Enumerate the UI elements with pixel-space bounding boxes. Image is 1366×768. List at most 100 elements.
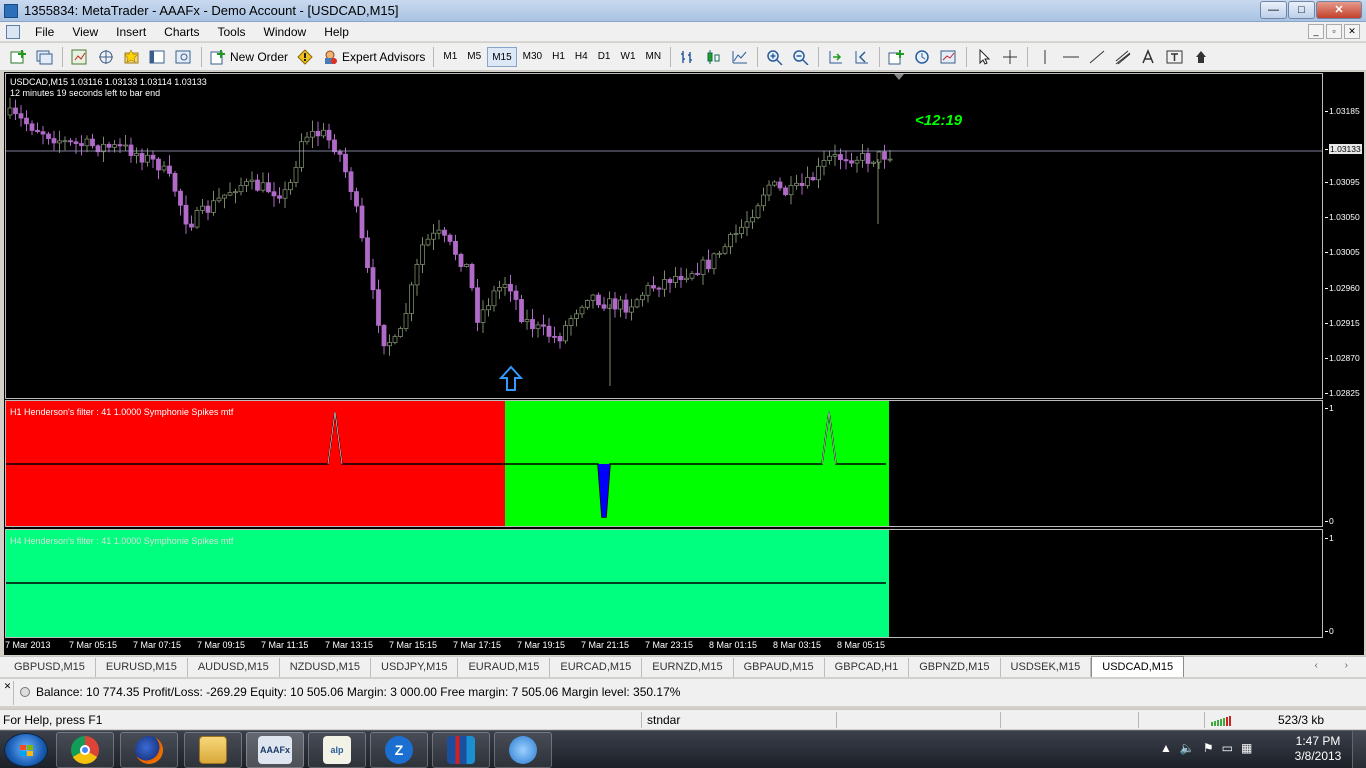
tab-gbpusd-m15[interactable]: GBPUSD,M15 [4, 658, 96, 677]
h4-indicator-pane[interactable]: H4 Henderson's filter : 41 1.0000 Sympho… [5, 529, 1323, 638]
taskbar-explorer[interactable] [184, 732, 242, 768]
terminal-close-icon[interactable]: ✕ [2, 681, 14, 705]
timeframe-mn[interactable]: MN [642, 47, 666, 67]
tab-scroll-arrows[interactable]: ‹ › [1315, 660, 1360, 671]
volume-icon[interactable]: 🔈 [1180, 741, 1195, 755]
cursor-icon[interactable] [973, 47, 995, 67]
text-tool-icon[interactable] [1138, 47, 1160, 67]
chart-minimize-button[interactable]: _ [1308, 24, 1324, 39]
window-titlebar[interactable]: 1355834: MetaTrader - AAAFx - Demo Accou… [0, 0, 1366, 22]
zoom-out-icon[interactable] [790, 47, 812, 67]
h1-indicator-pane[interactable]: H1 Henderson's filter : 41 1.0000 Sympho… [5, 400, 1323, 527]
expert-advisors-button[interactable]: Expert Advisors [318, 46, 429, 68]
chart-restore-button[interactable]: ▫ [1326, 24, 1342, 39]
menu-insert[interactable]: Insert [107, 25, 155, 39]
tab-usdsek-m15[interactable]: USDSEK,M15 [1001, 658, 1092, 677]
candle-body [161, 165, 167, 171]
taskbar-app-chat[interactable] [494, 732, 552, 768]
tab-eurusd-m15[interactable]: EURUSD,M15 [96, 658, 188, 677]
strategy-tester-icon[interactable] [173, 47, 195, 67]
candlestick-chart[interactable] [6, 74, 1323, 399]
tab-nzdusd-m15[interactable]: NZDUSD,M15 [280, 658, 372, 677]
chart-window-icon[interactable] [6, 24, 20, 39]
tab-gbpnzd-m15[interactable]: GBPNZD,M15 [909, 658, 1001, 677]
tab-euraud-m15[interactable]: EURAUD,M15 [458, 658, 551, 677]
arrows-icon[interactable] [1190, 47, 1212, 67]
taskbar-chrome[interactable] [56, 732, 114, 768]
menu-window[interactable]: Window [255, 25, 316, 39]
close-button[interactable]: ✕ [1316, 1, 1362, 19]
favorites-icon[interactable] [121, 47, 143, 67]
taskbar-alp[interactable]: alp [308, 732, 366, 768]
timeframe-m1[interactable]: M1 [439, 47, 461, 67]
metaeditor-icon[interactable] [294, 47, 316, 67]
menu-tools[interactable]: Tools [209, 25, 255, 39]
candle-body [167, 165, 172, 174]
connection-status-icon[interactable] [1211, 714, 1233, 726]
timeframe-m15[interactable]: M15 [487, 46, 517, 67]
timeframe-w1[interactable]: W1 [617, 47, 640, 67]
auto-scroll-icon[interactable] [851, 47, 873, 67]
taskbar-metatrader[interactable]: AAAFx [246, 732, 304, 768]
timeframe-h1[interactable]: H1 [548, 47, 569, 67]
tab-eurcad-m15[interactable]: EURCAD,M15 [550, 658, 643, 677]
trendline-icon[interactable] [1086, 47, 1108, 67]
line-chart-icon[interactable] [729, 47, 751, 67]
candle-body [623, 299, 629, 313]
menu-charts[interactable]: Charts [155, 25, 208, 39]
templates-icon[interactable] [938, 47, 960, 67]
minimize-button[interactable]: — [1260, 1, 1287, 19]
indicators-icon[interactable] [886, 47, 908, 67]
timeframe-m5[interactable]: M5 [463, 47, 485, 67]
horizontal-line-icon[interactable] [1060, 47, 1082, 67]
new-order-label: New Order [230, 49, 289, 64]
terminal-icon[interactable] [147, 47, 169, 67]
tab-gbpaud-m15[interactable]: GBPAUD,M15 [734, 658, 825, 677]
tab-eurnzd-m15[interactable]: EURNZD,M15 [642, 658, 734, 677]
expert-advisors-icon [325, 50, 338, 64]
start-button[interactable] [4, 733, 48, 767]
timeframe-m30[interactable]: M30 [519, 47, 546, 67]
tab-usdcad-m15[interactable]: USDCAD,M15 [1091, 656, 1185, 677]
price-chart-pane[interactable]: USDCAD,M15 1.03116 1.03133 1.03114 1.031… [5, 73, 1323, 399]
chart-shift-marker-icon[interactable] [894, 74, 906, 82]
candle-body [365, 237, 370, 269]
new-chart-icon[interactable] [8, 47, 30, 67]
menu-file[interactable]: File [26, 25, 63, 39]
periods-clock-icon[interactable] [912, 47, 934, 67]
zoom-in-icon[interactable] [764, 47, 786, 67]
maximize-button[interactable]: □ [1288, 1, 1315, 19]
market-watch-icon[interactable] [69, 47, 91, 67]
menu-view[interactable]: View [63, 25, 107, 39]
taskbar-app-chart[interactable] [432, 732, 490, 768]
time-axis[interactable]: 7 Mar 2013 7 Mar 05:15 7 Mar 07:15 7 Mar… [5, 639, 1323, 654]
action-center-flag-icon[interactable]: ⚑ [1203, 741, 1214, 755]
price-scale[interactable]: 1.03185 1.03133 1.03095 1.03050 1.03005 … [1325, 73, 1364, 638]
menu-help[interactable]: Help [315, 25, 358, 39]
tab-audusd-m15[interactable]: AUDUSD,M15 [188, 658, 280, 677]
show-hidden-icons-icon[interactable]: ▲ [1160, 741, 1172, 755]
new-order-button[interactable]: New Order [206, 46, 292, 68]
chart-window[interactable]: USDCAD,M15 1.03116 1.03133 1.03114 1.031… [4, 72, 1364, 655]
show-desktop-button[interactable] [1352, 731, 1366, 768]
candlestick-icon[interactable] [703, 47, 725, 67]
tab-usdjpy-m15[interactable]: USDJPY,M15 [371, 658, 459, 677]
text-label-icon[interactable] [1164, 47, 1186, 67]
taskbar-firefox[interactable] [120, 732, 178, 768]
bar-chart-icon[interactable] [677, 47, 699, 67]
power-icon[interactable]: ▭ [1222, 741, 1233, 755]
timeframe-h4[interactable]: H4 [571, 47, 592, 67]
timeframe-d1[interactable]: D1 [594, 47, 615, 67]
chart-close-button[interactable]: ✕ [1344, 24, 1360, 39]
network-icon[interactable]: ▦ [1241, 741, 1252, 755]
fibonacci-icon[interactable] [1112, 47, 1134, 67]
status-profile[interactable]: stndar [647, 712, 680, 728]
profiles-icon[interactable] [34, 47, 56, 67]
crosshair-icon[interactable] [999, 47, 1021, 67]
tab-gbpcad-h1[interactable]: GBPCAD,H1 [825, 658, 910, 677]
taskbar-app-z[interactable]: Z [370, 732, 428, 768]
chart-shift-icon[interactable] [825, 47, 847, 67]
vertical-line-icon[interactable] [1034, 47, 1056, 67]
navigator-icon[interactable] [95, 47, 117, 67]
system-clock[interactable]: 1:47 PM 3/8/2013 [1288, 734, 1348, 764]
